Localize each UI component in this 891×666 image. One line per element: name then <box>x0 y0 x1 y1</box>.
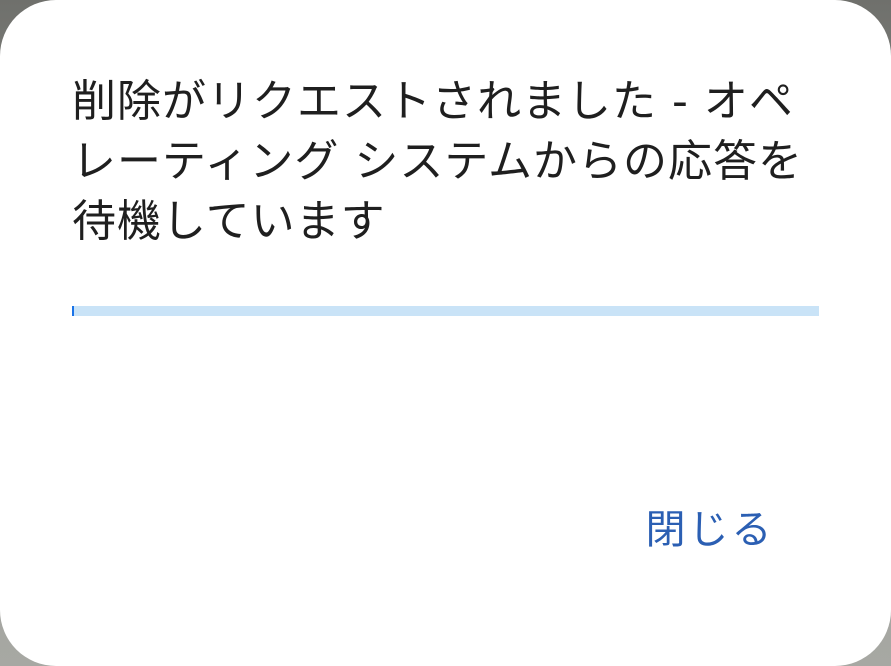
deletion-request-dialog: 削除がリクエストされました - オペレーティング システムからの応答を待機してい… <box>0 0 891 666</box>
close-button[interactable]: 閉じる <box>620 490 800 562</box>
dialog-title: 削除がリクエストされました - オペレーティング システムからの応答を待機してい… <box>72 76 804 247</box>
progress-bar-fill <box>72 306 74 316</box>
progress-bar <box>72 306 819 316</box>
